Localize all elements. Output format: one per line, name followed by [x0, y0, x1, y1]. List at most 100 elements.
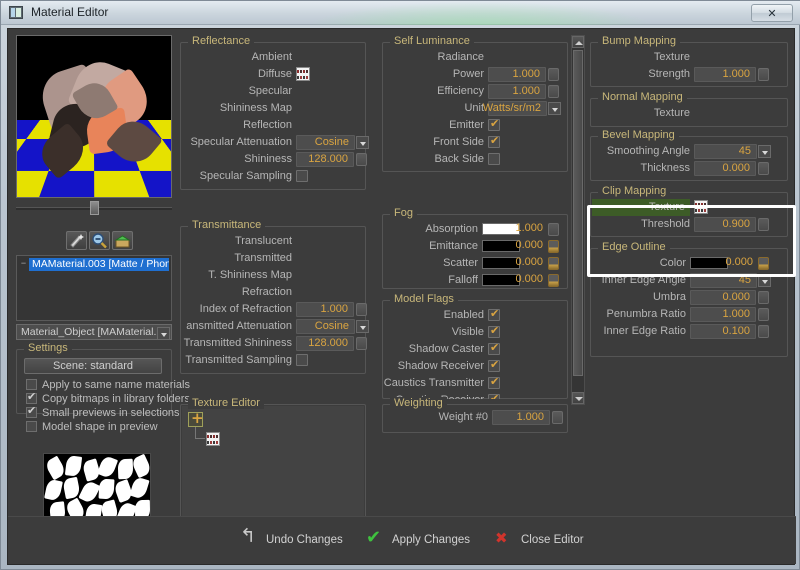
- checkbox-transmitted-sampling[interactable]: [296, 354, 308, 366]
- combo-unit[interactable]: Watts/sr/m2: [483, 101, 547, 116]
- input-umbra[interactable]: 0.000: [690, 290, 756, 305]
- spinner-umbra[interactable]: [758, 291, 769, 304]
- combo-smoothing-angle[interactable]: 45: [694, 144, 757, 159]
- input-index-of-refraction[interactable]: 1.000: [296, 302, 354, 317]
- chevron-down-icon[interactable]: [548, 102, 561, 115]
- spinner-emittance[interactable]: [548, 240, 559, 253]
- undo-changes-button[interactable]: Undo Changes: [240, 525, 343, 551]
- checkbox-specular-sampling[interactable]: [296, 170, 308, 182]
- magic-wand-icon: [70, 234, 84, 248]
- row-specular: Specular: [180, 83, 366, 100]
- checkbox-front-side[interactable]: [488, 134, 500, 148]
- row-transmitted-sampling: Transmitted Sampling: [180, 352, 366, 369]
- tree-expander-icon[interactable]: −: [20, 259, 27, 268]
- value-shininess: 128.000: [308, 153, 348, 165]
- combo-specular-attenuation[interactable]: Cosine: [296, 135, 355, 150]
- color-swatch-emittance[interactable]: [482, 240, 520, 252]
- value-inner-edge-angle: 45: [738, 274, 751, 286]
- apply-changes-button[interactable]: Apply Changes: [366, 527, 470, 551]
- chevron-down-icon[interactable]: [758, 145, 771, 158]
- checkbox-shadow-caster[interactable]: [488, 341, 500, 355]
- input-efficiency[interactable]: 1.000: [488, 84, 546, 99]
- spinner-transmitted-shininess[interactable]: [356, 337, 367, 350]
- zoom-out-tool-button[interactable]: [89, 231, 110, 250]
- input-inner-edge-ratio[interactable]: 0.100: [690, 324, 756, 339]
- value-index-of-refraction: 1.000: [320, 303, 348, 315]
- value-field-emittance[interactable]: 0.000: [515, 239, 548, 254]
- row-index-of-refraction: Index of Refraction 1.000: [180, 301, 367, 318]
- spinner-threshold[interactable]: [758, 218, 769, 231]
- spinner-weight-0[interactable]: [552, 411, 563, 424]
- spinner-shininess[interactable]: [356, 153, 367, 166]
- material-object-combo[interactable]: Material_Object [MAMaterial.003]: [16, 324, 172, 340]
- value-field-absorption[interactable]: 1.000: [515, 222, 548, 237]
- value-transmitted-shininess: 128.000: [308, 337, 348, 349]
- value-field-color[interactable]: 0.000: [725, 256, 758, 271]
- combo-ansmitted-attenuation[interactable]: Cosine: [296, 319, 355, 334]
- spinner-inner-edge-ratio[interactable]: [758, 325, 769, 338]
- spinner-color[interactable]: [758, 257, 769, 270]
- checkbox-checked-icon[interactable]: [26, 390, 37, 404]
- input-strength[interactable]: 1.000: [694, 67, 756, 82]
- scroll-up-button[interactable]: [572, 36, 584, 48]
- checkmark-icon: [366, 527, 384, 549]
- chevron-down-icon[interactable]: [157, 327, 170, 340]
- checkbox-shadow-receiver[interactable]: [488, 358, 500, 372]
- scene-standard-button[interactable]: Scene: standard: [24, 358, 162, 374]
- spinner-strength[interactable]: [758, 68, 769, 81]
- color-swatch-color[interactable]: [690, 257, 728, 269]
- material-tree-list[interactable]: − MAMaterial.003 [Matte / Phong]: [16, 255, 172, 321]
- input-thickness[interactable]: 0.000: [694, 161, 756, 176]
- spinner-absorption[interactable]: [548, 223, 559, 236]
- chevron-down-icon[interactable]: [356, 320, 369, 333]
- preview-zoom-slider[interactable]: [16, 201, 172, 215]
- window-close-button[interactable]: ✕: [751, 4, 793, 22]
- value-field-scatter[interactable]: 0.000: [515, 256, 548, 271]
- input-weight-0[interactable]: 1.000: [492, 410, 550, 425]
- bump-mapping-group: Bump Mapping Texture Strength 1.000: [590, 35, 788, 87]
- pick-material-tool-button[interactable]: [66, 231, 87, 250]
- edge-outline-group-title: Edge Outline: [598, 241, 670, 253]
- material-preview[interactable]: [16, 35, 172, 198]
- input-shininess[interactable]: 128.000: [296, 152, 354, 167]
- spinner-scatter[interactable]: [548, 257, 559, 270]
- spinner-efficiency[interactable]: [548, 85, 559, 98]
- color-swatch-falloff[interactable]: [482, 274, 520, 286]
- spinner-thickness[interactable]: [758, 162, 769, 175]
- texture-thumbnail-diffuse[interactable]: [296, 67, 310, 81]
- spinner-falloff[interactable]: [548, 274, 559, 287]
- value-field-falloff[interactable]: 0.000: [515, 273, 548, 288]
- scrollbar-thumb[interactable]: [573, 50, 583, 376]
- right-panel-scrollbar[interactable]: [571, 35, 585, 405]
- checkbox-checked-icon[interactable]: [26, 404, 37, 418]
- input-threshold[interactable]: 0.900: [694, 217, 756, 232]
- checkbox-visible[interactable]: [488, 324, 500, 338]
- texture-thumbnail-texture[interactable]: [694, 200, 708, 214]
- normal-mapping-group-title: Normal Mapping: [598, 91, 687, 103]
- checkbox-icon[interactable]: [26, 379, 37, 390]
- input-transmitted-shininess[interactable]: 128.000: [296, 336, 354, 351]
- checkbox-enabled[interactable]: [488, 307, 500, 321]
- spinner-power[interactable]: [548, 68, 559, 81]
- add-texture-button[interactable]: [188, 409, 204, 427]
- input-power[interactable]: 1.000: [488, 67, 546, 82]
- spinner-index-of-refraction[interactable]: [356, 303, 367, 316]
- import-library-tool-button[interactable]: [112, 231, 133, 250]
- material-tree-selected-item[interactable]: MAMaterial.003 [Matte / Phong]: [29, 258, 169, 271]
- color-swatch-scatter[interactable]: [482, 257, 520, 269]
- checkbox-back-side[interactable]: [488, 153, 500, 165]
- checkbox-emitter[interactable]: [488, 117, 500, 131]
- checkbox-icon[interactable]: [26, 421, 37, 432]
- value-threshold: 0.900: [722, 218, 750, 230]
- color-swatch-absorption[interactable]: [482, 223, 520, 235]
- texture-node-icon[interactable]: [206, 432, 220, 446]
- chevron-down-icon[interactable]: [758, 274, 771, 287]
- combo-inner-edge-angle[interactable]: 45: [690, 273, 757, 288]
- slider-knob[interactable]: [90, 201, 99, 215]
- spinner-penumbra-ratio[interactable]: [758, 308, 769, 321]
- close-editor-button[interactable]: Close Editor: [495, 529, 584, 551]
- chevron-down-icon[interactable]: [356, 136, 369, 149]
- checkbox-caustics-transmitter[interactable]: [488, 375, 500, 389]
- input-penumbra-ratio[interactable]: 1.000: [690, 307, 756, 322]
- scroll-down-button[interactable]: [572, 392, 584, 404]
